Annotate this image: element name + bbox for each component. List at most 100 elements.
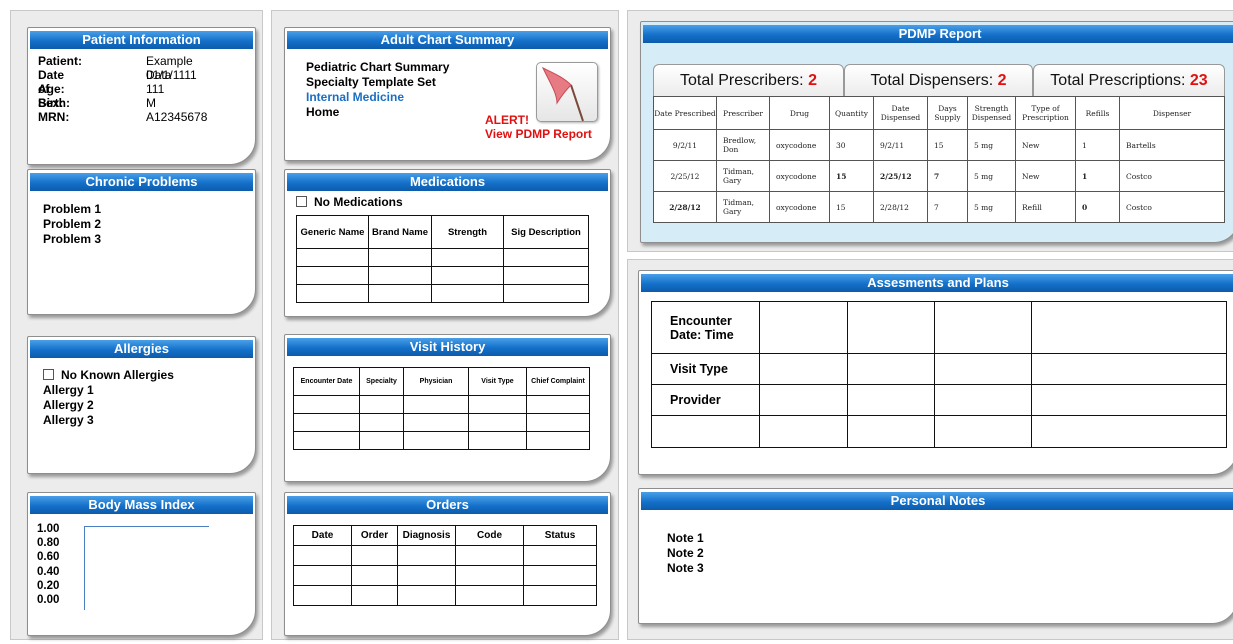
table-row[interactable] [293,395,590,414]
medications-col-header: Brand Name [368,215,432,249]
bmi-tick-label: 0.80 [37,537,60,550]
allergy-item[interactable]: Allergy 2 [43,398,174,413]
pdmp-cell: Tidman, Gary [716,191,770,223]
table-row[interactable] [296,248,589,267]
pdmp-cell: 15 [927,129,968,161]
assessments-title: Assesments and Plans [641,274,1233,292]
table-row[interactable] [651,415,1227,448]
total-prescriptions-tab[interactable]: Total Prescriptions: 23 [1033,64,1225,96]
table-row[interactable] [293,431,590,450]
table-row[interactable]: Visit Type [651,353,1227,385]
visit-history-col-header: Visit Type [468,367,527,396]
pdmp-cell: oxycodone [769,191,830,223]
visit-history-title: Visit History [287,338,608,356]
chronic-problems-panel: Chronic Problems Problem 1 Problem 2 Pro… [27,169,256,315]
total-prescribers-tab[interactable]: Total Prescribers: 2 [653,64,844,96]
alert-label: ALERT! [485,113,529,127]
visit-history-panel: Visit History Encounter Date Specialty P… [284,334,611,482]
orders-table: Date Order Diagnosis Code Status [293,525,597,606]
orders-col-header: Diagnosis [397,525,456,546]
pdmp-col-header: Days Supply [927,96,968,130]
pdmp-cell: New [1015,160,1076,192]
note-item[interactable]: Note 3 [667,561,704,576]
problem-item[interactable]: Problem 2 [43,217,101,232]
pdmp-cell: oxycodone [769,160,830,192]
medications-table: Generic Name Brand Name Strength Sig Des… [296,215,589,303]
table-row[interactable] [296,284,589,303]
medications-col-header: Sig Description [503,215,589,249]
allergy-item[interactable]: Allergy 1 [43,383,174,398]
table-row[interactable]: 2/25/12 Tidman, Gary oxycodone 15 2/25/1… [653,160,1225,192]
pdmp-cell: Tidman, Gary [716,160,770,192]
table-row[interactable]: 9/2/11 Bredlow, Don oxycodone 30 9/2/11 … [653,129,1225,161]
orders-col-header: Status [523,525,597,546]
pdmp-cell: 30 [829,129,874,161]
orders-panel: Orders Date Order Diagnosis Code Status [284,492,611,636]
bmi-tick-label: 0.40 [37,565,60,578]
note-item[interactable]: Note 2 [667,546,704,561]
bmi-tick-label: 0.20 [37,579,60,592]
allergies-panel: Allergies No Known Allergies Allergy 1 A… [27,336,256,474]
chronic-problems-title: Chronic Problems [30,173,253,191]
table-row[interactable]: Encounter Date: Time [651,301,1227,354]
pediatric-chart-summary-link[interactable]: Pediatric Chart Summary [306,60,449,75]
pdmp-cell: 7 [927,160,968,192]
mrn-label: MRN: [38,110,70,124]
table-row[interactable]: Provider [651,384,1227,416]
pdmp-cell: 5 mg [967,160,1016,192]
assessments-region: Assesments and Plans Encounter Date: Tim… [627,259,1233,640]
table-row[interactable]: 2/28/12 Tidman, Gary oxycodone 15 2/28/1… [653,191,1225,223]
pdmp-cell: oxycodone [769,129,830,161]
pdmp-col-header: Type of Prescription [1015,96,1076,130]
red-flag-icon[interactable] [536,62,598,122]
sex-value: M [146,96,156,110]
assessments-table: Encounter Date: Time Visit Type Provider [651,301,1227,448]
visit-history-table: Encounter Date Specialty Physician Visit… [293,367,590,450]
personal-notes-panel: Personal Notes Note 1 Note 2 Note 3 [638,488,1233,624]
age-label: Age: [38,82,65,96]
problem-item[interactable]: Problem 3 [43,232,101,247]
table-row[interactable] [293,585,597,606]
table-row[interactable] [293,413,590,432]
bmi-panel: Body Mass Index 1.00 0.80 0.60 0.40 0.20… [27,492,256,636]
chart-summary-title: Adult Chart Summary [287,31,608,49]
pdmp-cell: 5 mg [967,191,1016,223]
problem-item[interactable]: Problem 1 [43,202,101,217]
no-known-allergies-checkbox[interactable] [43,369,54,380]
mrn-value: A12345678 [146,110,208,124]
pdmp-cell: Costco [1119,160,1225,192]
view-pdmp-report-link[interactable]: View PDMP Report [485,127,592,141]
pdmp-cell: 9/2/11 [873,129,928,161]
patient-label: Patient: [38,54,83,68]
bmi-top-line [84,526,209,527]
pdmp-cell: 1 [1075,160,1120,192]
orders-col-header: Date [293,525,352,546]
specialty-template-set-link[interactable]: Specialty Template Set [306,75,449,90]
bmi-tick-label: 0.00 [37,594,60,607]
pdmp-cell: 1 [1075,129,1120,161]
pdmp-col-header: Refills [1075,96,1120,130]
allergy-item[interactable]: Allergy 3 [43,413,174,428]
no-known-allergies-label: No Known Allergies [61,368,174,382]
total-prescribers-label: Total Prescribers: [680,72,809,89]
no-medications-checkbox[interactable] [296,196,307,207]
total-dispensers-label: Total Dispensers: [870,72,998,89]
total-dispensers-value: 2 [997,72,1007,89]
patient-info-panel: Patient Information Patient: Example Data… [27,27,256,165]
bmi-y-axis-labels: 1.00 0.80 0.60 0.40 0.20 0.00 [37,522,59,607]
note-item[interactable]: Note 1 [667,531,704,546]
medications-panel: Medications No Medications Generic Name … [284,169,611,317]
pdmp-cell: 9/2/11 [653,129,717,161]
table-row[interactable] [296,266,589,285]
internal-medicine-link[interactable]: Internal Medicine [306,90,449,105]
pdmp-cell: 2/25/12 [653,160,717,192]
home-link[interactable]: Home [306,105,449,120]
table-row[interactable] [293,545,597,566]
pdmp-col-header: Date Prescribed [653,96,717,130]
visit-history-col-header: Chief Complaint [526,367,590,396]
pdmp-col-header: Prescriber [716,96,770,130]
pdmp-col-header: Drug [769,96,830,130]
total-dispensers-tab[interactable]: Total Dispensers: 2 [844,64,1033,96]
table-row[interactable] [293,565,597,586]
visit-history-col-header: Encounter Date [293,367,360,396]
